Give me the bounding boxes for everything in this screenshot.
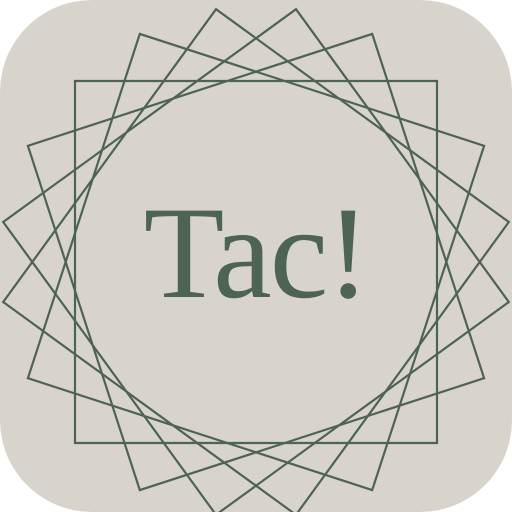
app-icon[interactable]: Tac! bbox=[0, 0, 512, 512]
wordmark-logo: Tac! bbox=[0, 0, 512, 512]
wordmark-text: Tac! bbox=[143, 179, 371, 326]
icon-background: Tac! bbox=[0, 0, 512, 512]
